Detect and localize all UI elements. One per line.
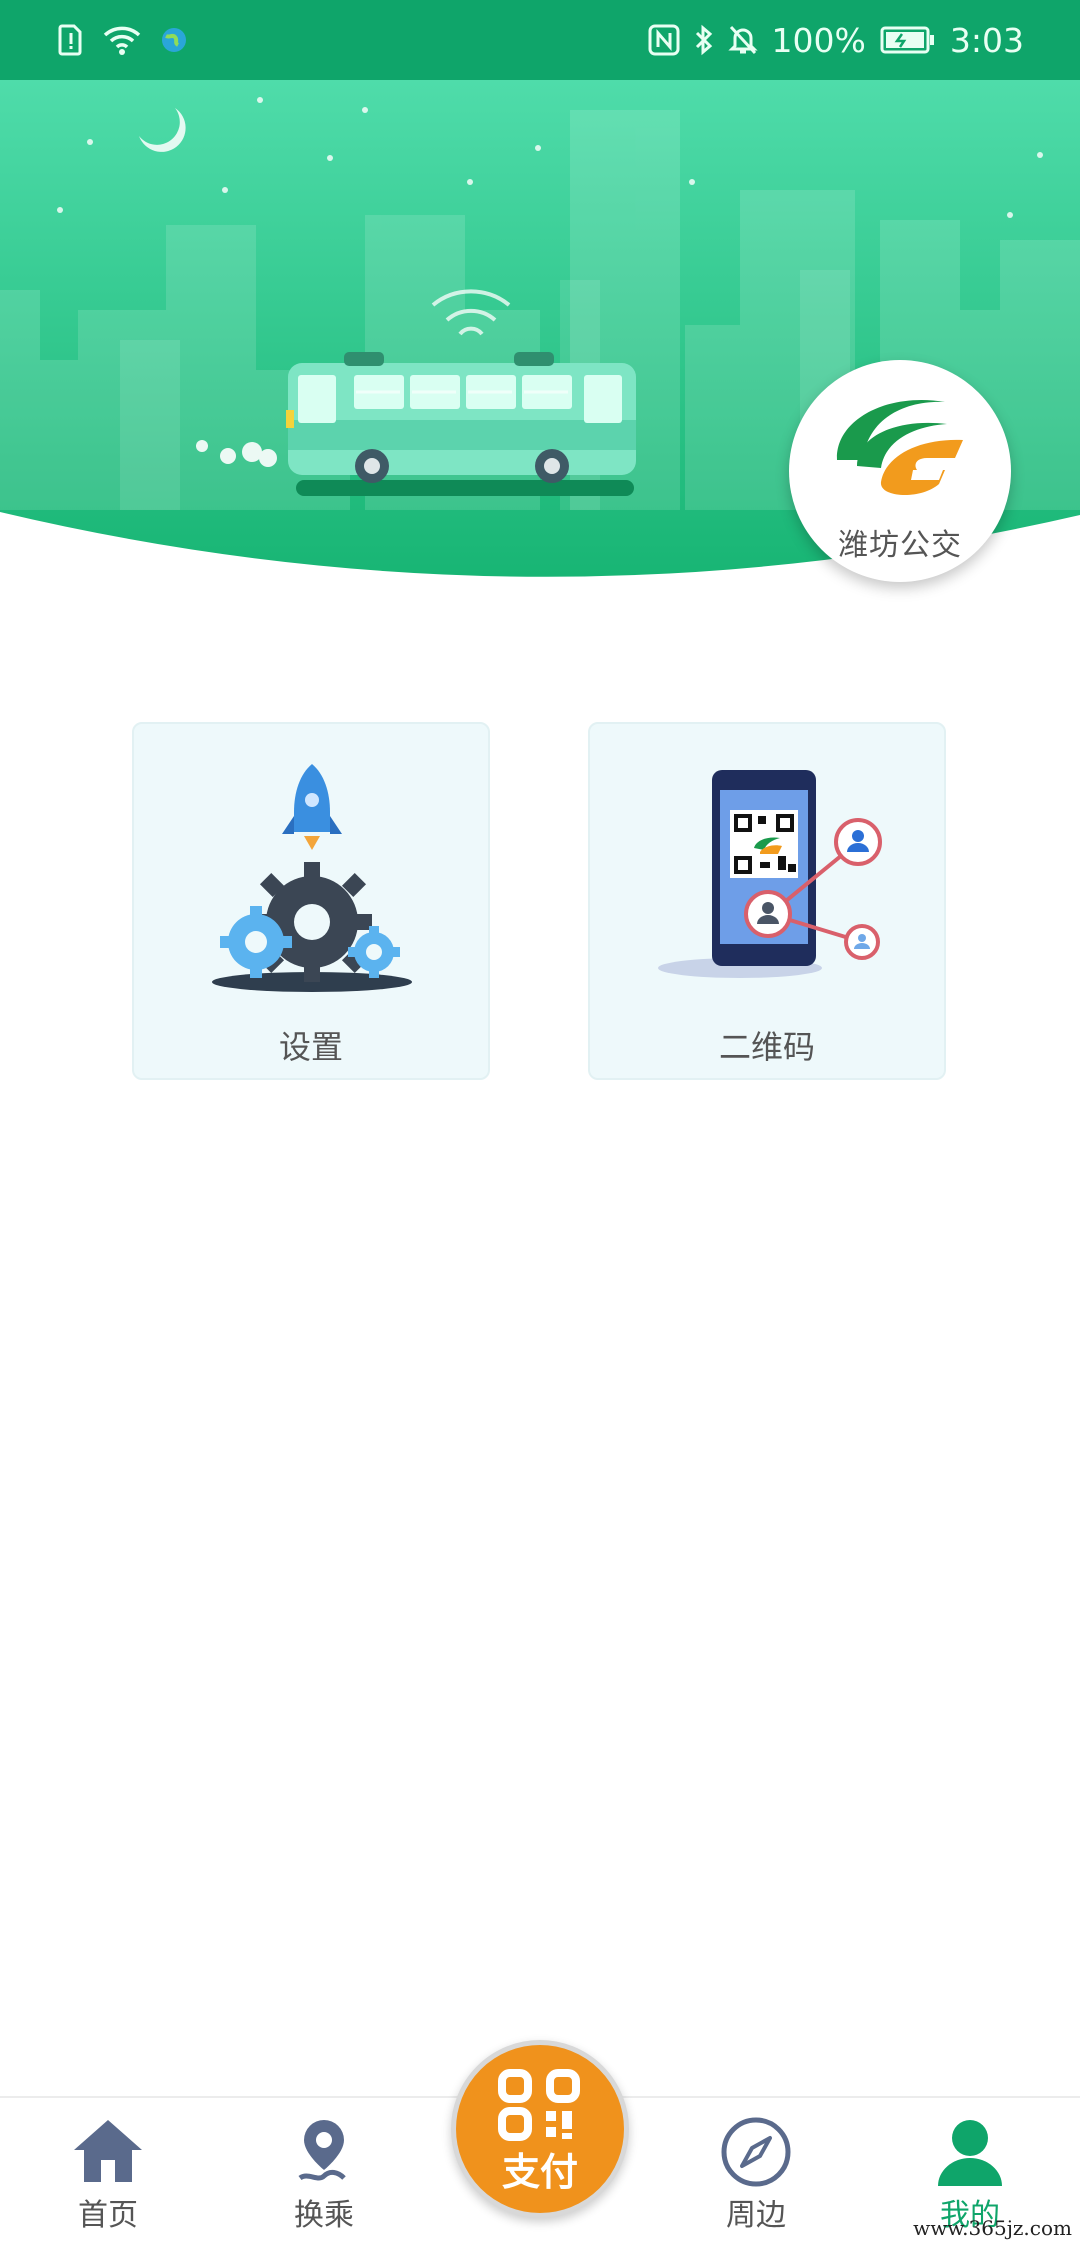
wifi-icon bbox=[102, 24, 142, 56]
battery-percent: 100% bbox=[771, 20, 866, 60]
status-bar: 100% 3:03 bbox=[0, 0, 1080, 80]
sim-alert-icon bbox=[58, 24, 84, 56]
settings-card[interactable]: 设置 bbox=[132, 722, 490, 1080]
brand-logo: 潍坊公交 bbox=[789, 360, 1011, 582]
compass-icon bbox=[721, 2117, 791, 2187]
pay-label: 支付 bbox=[501, 2150, 578, 2194]
nav-nearby[interactable]: 周边 bbox=[676, 2098, 836, 2246]
battery-charging-icon bbox=[880, 25, 936, 55]
brand-name: 潍坊公交 bbox=[838, 528, 962, 563]
clock: 3:03 bbox=[949, 20, 1024, 60]
bluetooth-icon bbox=[694, 24, 714, 56]
qr-code-label: 二维码 bbox=[718, 1028, 815, 1066]
home-icon bbox=[74, 2120, 142, 2182]
pay-button[interactable]: 支付 bbox=[451, 2040, 629, 2218]
brand-emblem-icon bbox=[836, 399, 963, 496]
qr-code-card[interactable]: 二维码 bbox=[588, 722, 946, 1080]
user-icon bbox=[938, 2120, 1002, 2186]
nav-transfer[interactable]: 换乘 bbox=[244, 2098, 404, 2246]
mute-bell-icon bbox=[727, 24, 758, 56]
nav-home[interactable]: 首页 bbox=[28, 2098, 188, 2246]
watermark: www.365jz.com bbox=[913, 2216, 1072, 2240]
nav-transfer-label: 换乘 bbox=[294, 2198, 354, 2233]
phone-qr-icon bbox=[658, 770, 882, 978]
settings-label: 设置 bbox=[278, 1028, 343, 1066]
route-pin-icon bbox=[298, 2120, 346, 2181]
globe-app-icon bbox=[160, 26, 188, 54]
nfc-icon bbox=[648, 24, 680, 56]
qr-pay-icon bbox=[498, 2069, 580, 2141]
nav-nearby-label: 周边 bbox=[726, 2198, 786, 2233]
gear-rocket-icon bbox=[212, 764, 412, 992]
nav-home-label: 首页 bbox=[78, 2198, 138, 2233]
